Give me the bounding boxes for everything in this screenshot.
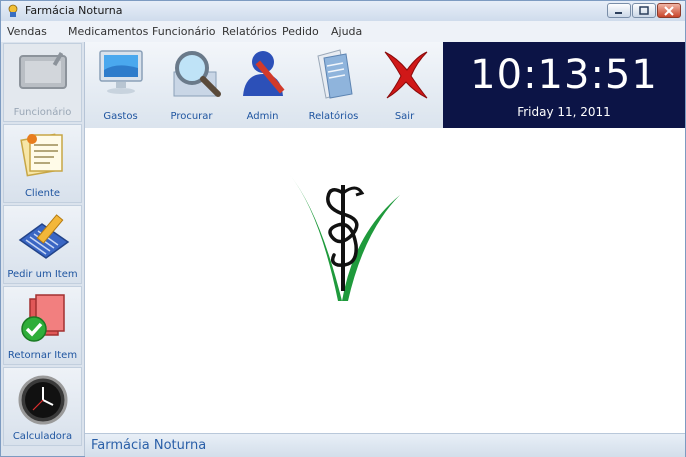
status-text: Farmácia Noturna: [91, 438, 207, 453]
exit-x-icon: [384, 51, 428, 99]
clock-time: 10:13:51: [470, 52, 658, 98]
maximize-button[interactable]: [632, 3, 656, 18]
menu-pedido[interactable]: Pedido: [282, 25, 319, 38]
toolbar-button-label: Gastos: [103, 111, 138, 122]
return-check-icon: [21, 294, 65, 342]
toolbar-admin-button[interactable]: Admin: [227, 42, 298, 128]
menu-ajuda[interactable]: Ajuda: [331, 25, 362, 38]
sidebar-item-label: Funcionário: [13, 107, 72, 118]
app-icon: [8, 4, 18, 17]
close-button[interactable]: [657, 3, 681, 18]
pharmacy-logo-icon: [290, 175, 400, 301]
minimize-button[interactable]: [607, 3, 631, 18]
tablet-icon: [19, 51, 67, 89]
window-title: Farmácia Noturna: [25, 4, 123, 17]
sidebar: Funcionário Cliente Pedir um Item Retorn…: [1, 42, 85, 456]
menu-funcionario[interactable]: Funcionário: [152, 25, 216, 38]
toolbar-button-label: Admin: [246, 111, 279, 122]
app-window: Farmácia Noturna Vendas Medicamentos Fun…: [0, 0, 686, 457]
sidebar-item-label: Cliente: [24, 188, 61, 199]
sidebar-item-label: Retornar Item: [7, 350, 78, 361]
toolbar-relatorios-button[interactable]: Relatórios: [298, 42, 369, 128]
toolbar: Gastos Procurar Admin Relatórios Sair: [85, 42, 443, 129]
main-area: [85, 128, 685, 433]
toolbar-procurar-button[interactable]: Procurar: [156, 42, 227, 128]
sidebar-item-label: Pedir um Item: [7, 269, 78, 280]
title-bar[interactable]: Farmácia Noturna: [1, 1, 685, 21]
menu-vendas[interactable]: Vendas: [7, 25, 47, 38]
magnifier-icon: [173, 51, 221, 97]
notepad-icon: [20, 133, 63, 177]
keyboard-pencil-icon: [18, 214, 70, 259]
folder-icon: [317, 49, 353, 99]
clock-panel: 10:13:51 Friday 11, 2011: [443, 42, 685, 128]
toolbar-sair-button[interactable]: Sair: [369, 42, 440, 128]
menu-medicamentos[interactable]: Medicamentos: [68, 25, 148, 38]
toolbar-gastos-button[interactable]: Gastos: [85, 42, 156, 128]
sidebar-item-calculadora[interactable]: Calculadora: [3, 367, 82, 446]
menu-bar: Vendas Medicamentos Funcionário Relatóri…: [1, 21, 685, 43]
status-bar: Farmácia Noturna: [85, 433, 685, 457]
clock-icon: [18, 375, 68, 425]
menu-relatorios[interactable]: Relatórios: [222, 25, 277, 38]
monitor-icon: [99, 50, 143, 94]
maximize-icon: [639, 6, 649, 15]
sidebar-item-retornar-item[interactable]: Retornar Item: [3, 286, 82, 365]
sidebar-item-funcionario[interactable]: Funcionário: [3, 43, 82, 122]
minimize-icon: [615, 12, 622, 14]
toolbar-button-label: Procurar: [170, 111, 213, 122]
toolbar-button-label: Relatórios: [308, 111, 359, 122]
sidebar-item-label: Calculadora: [12, 431, 73, 442]
admin-user-icon: [243, 51, 285, 96]
sidebar-item-pedir-item[interactable]: Pedir um Item: [3, 205, 82, 284]
sidebar-item-cliente[interactable]: Cliente: [3, 124, 82, 203]
clock-date: Friday 11, 2011: [517, 105, 611, 119]
toolbar-button-label: Sair: [394, 111, 415, 122]
close-icon: [664, 6, 674, 16]
